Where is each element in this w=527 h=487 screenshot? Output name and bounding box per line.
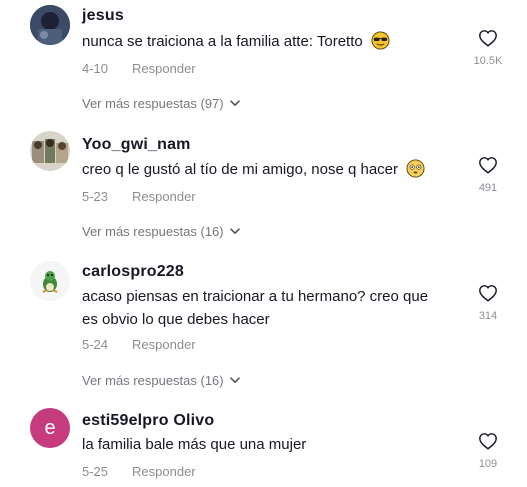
sunglasses-face-icon — [371, 31, 390, 50]
comment-text: la familia bale más que una mujer — [82, 436, 307, 453]
like-count: 109 — [478, 458, 498, 470]
chevron-down-icon — [229, 100, 240, 106]
view-more-replies[interactable]: Ver más respuestas (16) — [82, 373, 240, 388]
like-count: 10.5K — [473, 55, 503, 67]
comment-date: 5-23 — [82, 189, 109, 204]
comment-meta: 5-25 Responder — [82, 464, 196, 479]
avatar[interactable] — [30, 131, 70, 171]
heart-icon — [479, 157, 497, 174]
avatar[interactable]: e — [30, 408, 70, 448]
reply-button[interactable]: Responder — [132, 189, 196, 204]
like-count: 314 — [478, 310, 498, 322]
like-button[interactable]: 109 — [468, 432, 508, 470]
chevron-down-icon — [229, 377, 240, 383]
comment-meta: 5-23 Responder — [82, 189, 196, 204]
reply-button[interactable]: Responder — [132, 464, 196, 479]
view-more-replies[interactable]: Ver más respuestas (16) — [82, 224, 240, 239]
flushed-face-icon — [406, 159, 425, 178]
comment-meta: 5-24 Responder — [82, 337, 196, 352]
comment-username[interactable]: Yoo_gwi_nam — [82, 136, 191, 154]
avatar[interactable] — [30, 5, 70, 45]
comment-username[interactable]: esti59elpro Olivo — [82, 412, 214, 430]
comment-text: nunca se traiciona a la familia atte: To… — [82, 31, 462, 53]
comment-meta: 4-10 Responder — [82, 61, 196, 76]
like-button[interactable]: 10.5K — [468, 29, 508, 67]
reply-button[interactable]: Responder — [132, 337, 196, 352]
comment-date: 5-24 — [82, 337, 109, 352]
heart-icon — [479, 285, 497, 302]
like-button[interactable]: 314 — [468, 284, 508, 322]
like-count: 491 — [478, 182, 498, 194]
avatar[interactable] — [30, 261, 70, 301]
comment-date: 5-25 — [82, 464, 109, 479]
heart-icon — [479, 433, 497, 450]
reply-button[interactable]: Responder — [132, 61, 196, 76]
like-button[interactable]: 491 — [468, 156, 508, 194]
chevron-down-icon — [229, 228, 240, 234]
comment-text: acaso piensas en traicionar a tu hermano… — [82, 288, 429, 328]
comment-username[interactable]: carlospro228 — [82, 263, 184, 281]
comment-text: creo q le gustó al tío de mi amigo, nose… — [82, 159, 462, 181]
view-more-replies[interactable]: Ver más respuestas (97) — [82, 96, 240, 111]
comment-date: 4-10 — [82, 61, 109, 76]
avatar-letter: e — [44, 416, 56, 439]
heart-icon — [479, 30, 497, 47]
comment-username[interactable]: jesus — [82, 7, 124, 25]
